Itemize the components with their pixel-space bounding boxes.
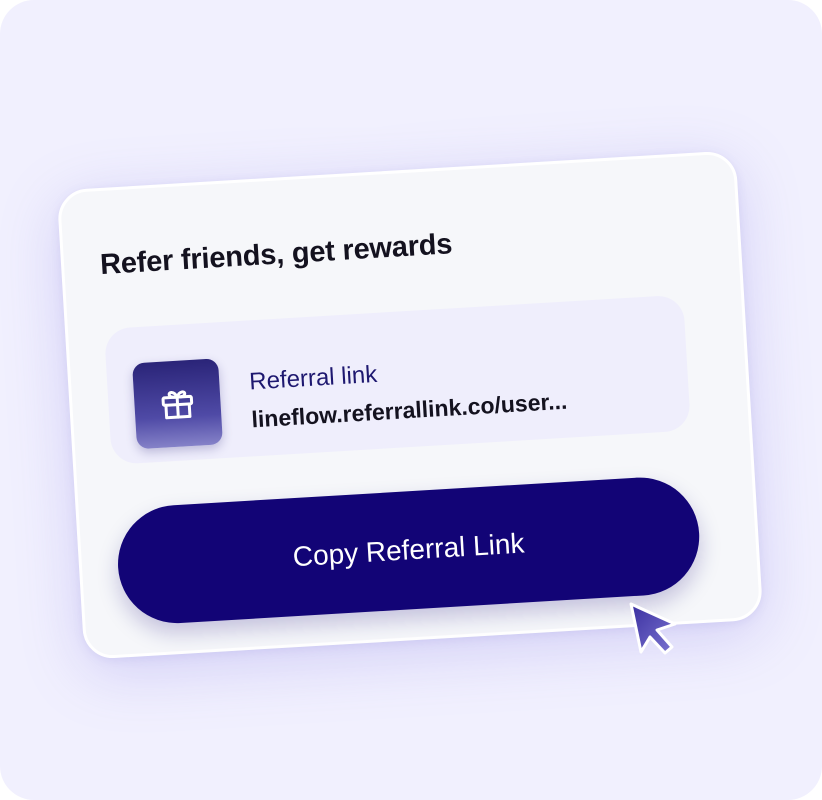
referral-link-box[interactable]: Referral link lineflow.referrallink.co/u…: [103, 294, 691, 465]
card-title: Refer friends, get rewards: [99, 228, 454, 282]
gift-icon: [161, 390, 194, 420]
referral-card: Refer friends, get rewards Referral link…: [56, 150, 764, 660]
referral-link-value[interactable]: lineflow.referrallink.co/user...: [251, 388, 568, 434]
gift-icon-tile: [132, 358, 223, 450]
background-frame: Refer friends, get rewards Referral link…: [0, 0, 822, 800]
referral-link-label: Referral link: [248, 360, 378, 396]
copy-referral-link-button[interactable]: Copy Referral Link: [114, 474, 703, 627]
cursor-arrow-icon: [629, 602, 677, 655]
